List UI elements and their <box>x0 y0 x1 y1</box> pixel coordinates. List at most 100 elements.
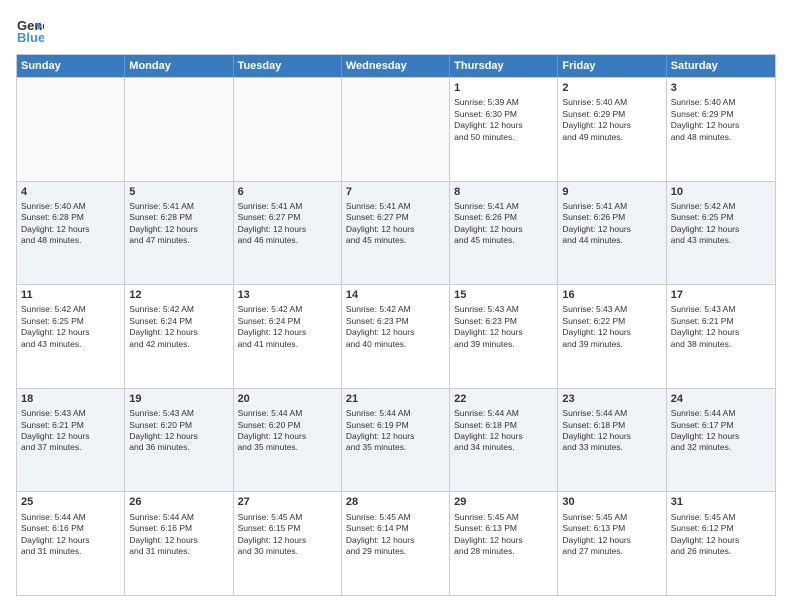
day-content: Sunrise: 5:41 AMSunset: 6:27 PMDaylight:… <box>346 201 445 247</box>
day-number: 16 <box>562 288 661 302</box>
day-number: 3 <box>671 81 771 95</box>
cal-day-19: 19Sunrise: 5:43 AMSunset: 6:20 PMDayligh… <box>125 389 233 492</box>
cal-day-23: 23 Sunrise: 5:44 AMSunset: 6:18 PMDayligh… <box>558 389 666 492</box>
day-number: 1 <box>454 81 553 95</box>
day-content: Sunrise: 5:44 AMSunset: 6:17 PMDaylight:… <box>671 408 771 454</box>
cal-empty-0-2 <box>234 78 342 181</box>
day-number: 17 <box>671 288 771 302</box>
cal-day-26: 26Sunrise: 5:44 AMSunset: 6:16 PMDayligh… <box>125 492 233 595</box>
cal-day-25: 25Sunrise: 5:44 AMSunset: 6:16 PMDayligh… <box>17 492 125 595</box>
cal-day-13: 13 Sunrise: 5:42 AMSunset: 6:24 PMDayligh… <box>234 285 342 388</box>
day-number: 12 <box>129 288 228 302</box>
day-number: 21 <box>346 392 445 406</box>
header: General Blue <box>16 16 776 44</box>
day-number: 19 <box>129 392 228 406</box>
day-content: Sunrise: 5:42 AMSunset: 6:24 PMDaylight:… <box>238 304 337 350</box>
cal-week-4: 25Sunrise: 5:44 AMSunset: 6:16 PMDayligh… <box>17 491 775 595</box>
cal-day-27: 27Sunrise: 5:45 AMSunset: 6:15 PMDayligh… <box>234 492 342 595</box>
cal-day-10: 10 Sunrise: 5:42 AMSunset: 6:25 PMDayligh… <box>667 182 775 285</box>
day-content: Sunrise: 5:40 AMSunset: 6:28 PMDaylight:… <box>21 201 120 247</box>
cal-day-20: 20Sunrise: 5:44 AMSunset: 6:20 PMDayligh… <box>234 389 342 492</box>
day-number: 28 <box>346 495 445 509</box>
day-content: Sunrise: 5:43 AMSunset: 6:21 PMDaylight:… <box>671 304 771 350</box>
day-content: Sunrise: 5:43 AMSunset: 6:23 PMDaylight:… <box>454 304 553 350</box>
header-day-sunday: Sunday <box>17 55 125 77</box>
day-content: Sunrise: 5:41 AMSunset: 6:26 PMDaylight:… <box>454 201 553 247</box>
day-content: Sunrise: 5:42 AMSunset: 6:25 PMDaylight:… <box>21 304 120 350</box>
day-number: 7 <box>346 185 445 199</box>
day-number: 10 <box>671 185 771 199</box>
cal-day-29: 29 Sunrise: 5:45 AMSunset: 6:13 PMDayligh… <box>450 492 558 595</box>
day-number: 22 <box>454 392 553 406</box>
day-number: 13 <box>238 288 337 302</box>
day-content: Sunrise: 5:43 AMSunset: 6:21 PMDaylight:… <box>21 408 120 454</box>
cal-day-16: 16 Sunrise: 5:43 AMSunset: 6:22 PMDayligh… <box>558 285 666 388</box>
logo-icon: General Blue <box>16 16 44 44</box>
header-day-friday: Friday <box>558 55 666 77</box>
calendar-header: SundayMondayTuesdayWednesdayThursdayFrid… <box>17 55 775 77</box>
day-content: Sunrise: 5:45 AMSunset: 6:13 PMDaylight:… <box>454 512 553 558</box>
cal-day-9: 9Sunrise: 5:41 AMSunset: 6:26 PMDaylight… <box>558 182 666 285</box>
cal-empty-0-0 <box>17 78 125 181</box>
day-content: Sunrise: 5:45 AMSunset: 6:13 PMDaylight:… <box>562 512 661 558</box>
day-number: 24 <box>671 392 771 406</box>
day-number: 11 <box>21 288 120 302</box>
cal-day-14: 14Sunrise: 5:42 AMSunset: 6:23 PMDayligh… <box>342 285 450 388</box>
day-content: Sunrise: 5:41 AMSunset: 6:27 PMDaylight:… <box>238 201 337 247</box>
logo: General Blue <box>16 16 48 44</box>
cal-day-15: 15 Sunrise: 5:43 AMSunset: 6:23 PMDayligh… <box>450 285 558 388</box>
day-number: 6 <box>238 185 337 199</box>
day-content: Sunrise: 5:44 AMSunset: 6:18 PMDaylight:… <box>562 408 661 454</box>
day-number: 31 <box>671 495 771 509</box>
day-content: Sunrise: 5:40 AMSunset: 6:29 PMDaylight:… <box>562 97 661 143</box>
day-number: 8 <box>454 185 553 199</box>
day-number: 9 <box>562 185 661 199</box>
cal-day-8: 8 Sunrise: 5:41 AMSunset: 6:26 PMDaylight… <box>450 182 558 285</box>
day-content: Sunrise: 5:44 AMSunset: 6:20 PMDaylight:… <box>238 408 337 454</box>
header-day-tuesday: Tuesday <box>234 55 342 77</box>
cal-day-5: 5Sunrise: 5:41 AMSunset: 6:28 PMDaylight… <box>125 182 233 285</box>
day-content: Sunrise: 5:39 AMSunset: 6:30 PMDaylight:… <box>454 97 553 143</box>
day-number: 18 <box>21 392 120 406</box>
day-number: 27 <box>238 495 337 509</box>
calendar-body: 1 Sunrise: 5:39 AMSunset: 6:30 PMDaylight… <box>17 77 775 595</box>
cal-week-0: 1 Sunrise: 5:39 AMSunset: 6:30 PMDaylight… <box>17 77 775 181</box>
day-content: Sunrise: 5:45 AMSunset: 6:14 PMDaylight:… <box>346 512 445 558</box>
cal-day-24: 24 Sunrise: 5:44 AMSunset: 6:17 PMDayligh… <box>667 389 775 492</box>
cal-empty-0-3 <box>342 78 450 181</box>
cal-day-3: 3 Sunrise: 5:40 AMSunset: 6:29 PMDaylight… <box>667 78 775 181</box>
cal-day-18: 18 Sunrise: 5:43 AMSunset: 6:21 PMDayligh… <box>17 389 125 492</box>
day-content: Sunrise: 5:40 AMSunset: 6:29 PMDaylight:… <box>671 97 771 143</box>
cal-day-12: 12 Sunrise: 5:42 AMSunset: 6:24 PMDayligh… <box>125 285 233 388</box>
cal-day-4: 4 Sunrise: 5:40 AMSunset: 6:28 PMDaylight… <box>17 182 125 285</box>
day-number: 5 <box>129 185 228 199</box>
cal-day-7: 7 Sunrise: 5:41 AMSunset: 6:27 PMDaylight… <box>342 182 450 285</box>
day-content: Sunrise: 5:44 AMSunset: 6:16 PMDaylight:… <box>21 512 120 558</box>
day-number: 14 <box>346 288 445 302</box>
day-content: Sunrise: 5:45 AMSunset: 6:12 PMDaylight:… <box>671 512 771 558</box>
day-number: 15 <box>454 288 553 302</box>
cal-day-21: 21 Sunrise: 5:44 AMSunset: 6:19 PMDayligh… <box>342 389 450 492</box>
svg-text:Blue: Blue <box>17 30 44 44</box>
cal-day-30: 30Sunrise: 5:45 AMSunset: 6:13 PMDayligh… <box>558 492 666 595</box>
day-number: 23 <box>562 392 661 406</box>
calendar: SundayMondayTuesdayWednesdayThursdayFrid… <box>16 54 776 596</box>
day-content: Sunrise: 5:44 AMSunset: 6:16 PMDaylight:… <box>129 512 228 558</box>
header-day-monday: Monday <box>125 55 233 77</box>
day-content: Sunrise: 5:42 AMSunset: 6:24 PMDaylight:… <box>129 304 228 350</box>
cal-week-1: 4 Sunrise: 5:40 AMSunset: 6:28 PMDaylight… <box>17 181 775 285</box>
day-content: Sunrise: 5:43 AMSunset: 6:22 PMDaylight:… <box>562 304 661 350</box>
day-content: Sunrise: 5:44 AMSunset: 6:18 PMDaylight:… <box>454 408 553 454</box>
day-content: Sunrise: 5:44 AMSunset: 6:19 PMDaylight:… <box>346 408 445 454</box>
day-number: 2 <box>562 81 661 95</box>
day-number: 29 <box>454 495 553 509</box>
page: General Blue SundayMondayTuesdayWednesda… <box>0 0 792 612</box>
cal-empty-0-1 <box>125 78 233 181</box>
cal-day-28: 28 Sunrise: 5:45 AMSunset: 6:14 PMDayligh… <box>342 492 450 595</box>
cal-day-2: 2 Sunrise: 5:40 AMSunset: 6:29 PMDaylight… <box>558 78 666 181</box>
day-number: 4 <box>21 185 120 199</box>
day-content: Sunrise: 5:42 AMSunset: 6:25 PMDaylight:… <box>671 201 771 247</box>
header-day-wednesday: Wednesday <box>342 55 450 77</box>
cal-week-2: 11 Sunrise: 5:42 AMSunset: 6:25 PMDayligh… <box>17 284 775 388</box>
header-day-thursday: Thursday <box>450 55 558 77</box>
